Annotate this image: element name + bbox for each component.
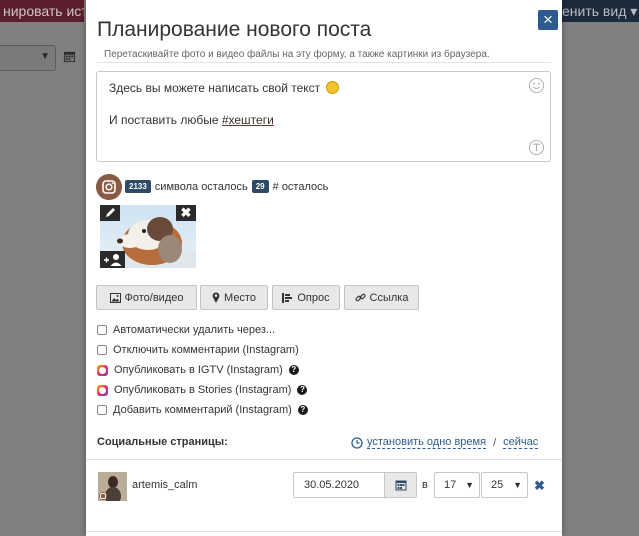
account-name: artemis_calm xyxy=(132,479,198,491)
calendar-icon xyxy=(395,480,406,491)
option-label: Добавить комментарий (Instagram) xyxy=(113,404,292,416)
post-text-line-1: Здесь вы можете написать свой текст xyxy=(109,81,339,95)
divider xyxy=(86,531,562,532)
minute-value: 25 xyxy=(491,479,504,491)
option-label: Опубликовать в IGTV (Instagram) xyxy=(114,364,283,376)
option-auto-delete[interactable]: Автоматически удалить через... xyxy=(97,323,275,337)
edit-photo-button[interactable] xyxy=(100,205,120,221)
auto-delete-checkbox[interactable] xyxy=(97,325,107,335)
image-icon xyxy=(109,292,121,303)
question-circle-icon[interactable]: ? xyxy=(288,365,299,375)
add-link-label: Ссылка xyxy=(369,291,409,304)
schedule-links: установить одно время / сейчас xyxy=(351,436,539,449)
add-photo-video-button[interactable]: Фото/видео xyxy=(96,285,197,310)
option-add-comment[interactable]: Добавить комментарий (Instagram) ? xyxy=(97,403,308,417)
smile-emoji-icon xyxy=(325,81,339,94)
add-comment-checkbox[interactable] xyxy=(97,405,107,415)
chevron-down-icon: ▼ xyxy=(513,480,522,490)
remove-photo-button[interactable]: ✖ xyxy=(176,205,196,221)
map-marker-icon xyxy=(212,292,220,303)
tag-user-button[interactable] xyxy=(100,251,125,268)
attached-photo[interactable]: ✖ xyxy=(100,205,196,268)
option-label: Отключить комментарии (Instagram) xyxy=(113,344,299,356)
disable-comments-checkbox[interactable] xyxy=(97,345,107,355)
text-format-icon[interactable] xyxy=(528,139,545,156)
add-photo-video-label: Фото/видео xyxy=(124,291,184,304)
hour-select[interactable]: 17 ▼ xyxy=(434,472,480,498)
background-select: ▼ xyxy=(0,45,56,71)
date-picker-button[interactable] xyxy=(385,472,417,498)
divider xyxy=(97,62,551,63)
minute-select[interactable]: 25 ▼ xyxy=(481,472,528,498)
hashtags-left-label: # осталось xyxy=(272,180,329,193)
now-link[interactable]: сейчас xyxy=(503,436,539,449)
divider xyxy=(86,459,562,460)
add-poll-button[interactable]: Опрос xyxy=(272,285,340,310)
option-label: Опубликовать в Stories (Instagram) xyxy=(114,384,292,396)
pencil-icon xyxy=(106,208,115,217)
modal-title: Планирование нового поста xyxy=(97,18,372,41)
question-circle-icon[interactable]: ? xyxy=(297,385,308,395)
post-planning-modal: Планирование нового поста × Перетаскивай… xyxy=(86,0,562,536)
hour-value: 17 xyxy=(444,479,457,491)
add-link-button[interactable]: Ссылка xyxy=(344,285,419,310)
character-counter: 2133 символа осталось 29 # осталось xyxy=(125,180,328,193)
close-button[interactable]: × xyxy=(538,10,558,30)
calendar-icon xyxy=(63,51,76,63)
question-circle-icon[interactable]: ? xyxy=(297,405,308,415)
option-publish-stories[interactable]: Опубликовать в Stories (Instagram) ? xyxy=(97,383,308,397)
emoji-picker-icon[interactable] xyxy=(528,77,545,94)
separator: / xyxy=(493,436,497,449)
social-pages-title: Социальные страницы: xyxy=(97,436,228,448)
publish-igtv-checkbox[interactable] xyxy=(97,364,108,376)
date-input[interactable]: 30.05.2020 xyxy=(293,472,385,498)
drag-drop-hint: Перетаскивайте фото и видео файлы на эту… xyxy=(104,49,490,60)
post-text-input[interactable]: Здесь вы можете написать свой текст И по… xyxy=(96,71,551,162)
option-publish-igtv[interactable]: Опубликовать в IGTV (Instagram) ? xyxy=(97,363,299,377)
chars-left-badge: 2133 xyxy=(125,180,151,193)
poll-icon xyxy=(282,292,293,303)
avatar-image xyxy=(98,472,127,501)
add-place-button[interactable]: Место xyxy=(200,285,268,310)
add-place-label: Место xyxy=(224,291,256,304)
hashtags-left-badge: 29 xyxy=(251,180,269,193)
chars-left-label: символа осталось xyxy=(154,180,248,193)
remove-account-button[interactable]: ✖ xyxy=(534,478,545,494)
chevron-down-icon: ▼ xyxy=(465,480,474,490)
link-icon xyxy=(355,293,365,302)
instagram-icon xyxy=(96,174,122,200)
background-tab-right: енить вид ▾ xyxy=(562,0,639,22)
avatar xyxy=(98,472,127,501)
post-text-line-2: И поставить любые #хештеги xyxy=(109,113,274,127)
publish-stories-checkbox[interactable] xyxy=(97,384,108,396)
add-user-icon xyxy=(104,254,122,266)
background-tab-left: нировать ист xyxy=(0,0,84,22)
option-label: Автоматически удалить через... xyxy=(113,324,276,336)
hashtag-text: #хештеги xyxy=(221,113,274,127)
time-at-label: в xyxy=(422,479,428,491)
chevron-down-icon: ▼ xyxy=(40,51,50,62)
set-one-time-link[interactable]: установить одно время xyxy=(367,436,487,449)
option-disable-comments[interactable]: Отключить комментарии (Instagram) xyxy=(97,343,299,357)
add-poll-label: Опрос xyxy=(297,291,330,304)
clock-icon xyxy=(351,436,363,449)
